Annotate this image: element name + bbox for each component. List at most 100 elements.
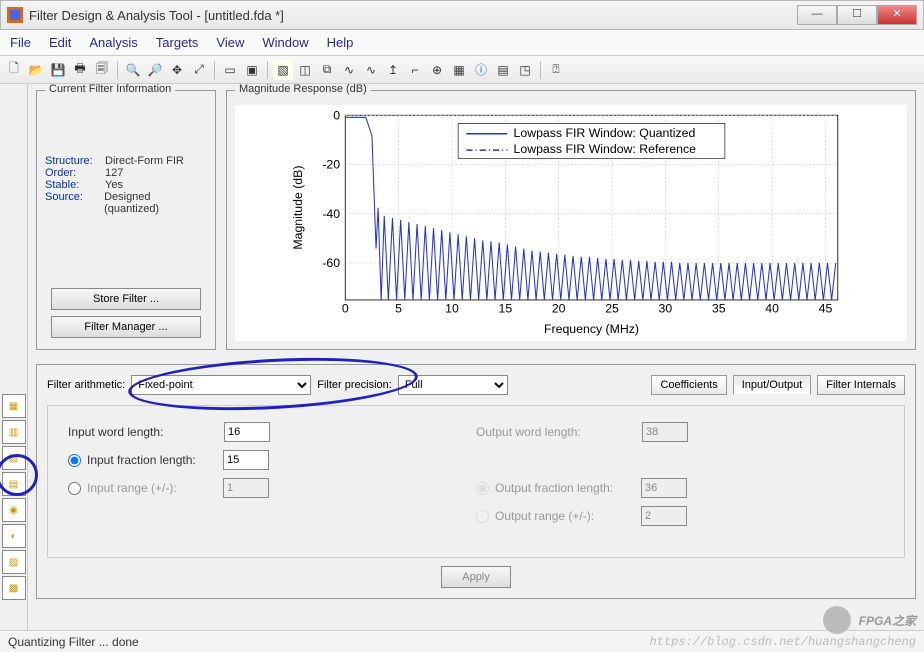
or-label: Output range (+/-): xyxy=(495,509,635,523)
impulse-icon[interactable]: ↥ xyxy=(383,60,403,80)
filter-arithmetic-select[interactable]: Fixed-point xyxy=(131,375,311,395)
statusbar: Quantizing Filter ... done https://blog.… xyxy=(0,630,924,652)
close-button[interactable]: ✕ xyxy=(877,5,917,25)
window-icon[interactable]: ▭ xyxy=(220,60,240,80)
xlabel: Frequency (MHz) xyxy=(544,322,639,336)
side-transform-icon[interactable]: ▨ xyxy=(2,550,26,574)
svg-text:-60: -60 xyxy=(322,256,340,270)
maximize-button[interactable]: ☐ xyxy=(837,5,877,25)
side-quantize-icon[interactable]: ▧ xyxy=(2,446,26,470)
ofl-radio xyxy=(476,482,489,495)
magnitude-response-panel: Magnitude Response (dB) xyxy=(226,90,916,350)
toolbar: 🗋 📂 💾 🖶 🗐 🔍 🔎 ✥ ⤢ ▭ ▣ ▧ ◫ ⧉ ∿ ∿ ↥ ⌐ ⊕ ▦ … xyxy=(0,56,924,84)
filter-precision-select[interactable]: Full xyxy=(398,375,508,395)
svg-text:10: 10 xyxy=(445,301,459,315)
side-xform-icon[interactable]: ▩ xyxy=(2,576,26,600)
stable-value: Yes xyxy=(105,179,123,191)
info-icon[interactable]: ⓘ xyxy=(471,60,491,80)
restore-icon[interactable]: ▣ xyxy=(242,60,262,80)
cfi-legend: Current Filter Information xyxy=(45,84,175,95)
svg-text:5: 5 xyxy=(395,301,402,315)
side-design-icon[interactable]: ▦ xyxy=(2,394,26,418)
side-polezero-icon[interactable]: ◐ xyxy=(2,524,26,548)
output-word-length-field xyxy=(642,422,688,442)
ir-radio[interactable] xyxy=(68,482,81,495)
printpreview-icon[interactable]: 🗐 xyxy=(92,60,112,80)
magphase-icon[interactable]: ⧉ xyxy=(317,60,337,80)
ifl-label: Input fraction length: xyxy=(87,453,217,467)
roundoff-icon[interactable]: ◳ xyxy=(515,60,535,80)
svg-text:45: 45 xyxy=(819,301,833,315)
menu-window[interactable]: Window xyxy=(262,35,308,50)
svg-text:30: 30 xyxy=(659,301,673,315)
side-import-icon[interactable]: ▥ xyxy=(2,420,26,444)
stable-label: Stable: xyxy=(45,179,105,191)
apply-button: Apply xyxy=(441,566,511,588)
print-icon[interactable]: 🖶 xyxy=(70,60,90,80)
arith-label: Filter arithmetic: xyxy=(47,379,125,391)
svg-text:-20: -20 xyxy=(322,158,340,172)
window-title: Filter Design & Analysis Tool - [untitle… xyxy=(29,8,797,23)
tab-filter-internals[interactable]: Filter Internals xyxy=(817,375,905,395)
mag-plot-icon[interactable]: ▧ xyxy=(273,60,293,80)
menu-edit[interactable]: Edit xyxy=(49,35,71,50)
input-range-field xyxy=(223,478,269,498)
source-label: Source: xyxy=(45,191,104,215)
source-value: Designed (quantized) xyxy=(104,191,207,215)
order-value: 127 xyxy=(105,167,123,179)
side-multirate-icon[interactable]: ▤ xyxy=(2,472,26,496)
current-filter-info-panel: Current Filter Information Structure:Dir… xyxy=(36,90,216,350)
status-text: Quantizing Filter ... done xyxy=(8,635,139,649)
ifl-radio[interactable] xyxy=(68,454,81,467)
or-radio xyxy=(476,510,489,523)
phasedelay-icon[interactable]: ∿ xyxy=(361,60,381,80)
tab-input-output[interactable]: Input/Output xyxy=(733,375,812,395)
magnitude-plot: 0-20 -40-60 0510 152025 303540 45 Freque… xyxy=(235,105,907,341)
menu-help[interactable]: Help xyxy=(327,35,354,50)
svg-text:40: 40 xyxy=(765,301,779,315)
zoomout-icon[interactable]: 🔎 xyxy=(145,60,165,80)
pan-icon[interactable]: ✥ xyxy=(167,60,187,80)
groupdelay-icon[interactable]: ∿ xyxy=(339,60,359,80)
iwl-label: Input word length: xyxy=(68,425,218,439)
svg-text:0: 0 xyxy=(342,301,349,315)
coeffs-icon[interactable]: ▦ xyxy=(449,60,469,80)
help-icon[interactable]: ⍰ xyxy=(546,60,566,80)
svg-text:35: 35 xyxy=(712,301,726,315)
open-icon[interactable]: 📂 xyxy=(26,60,46,80)
prec-label: Filter precision: xyxy=(317,379,392,391)
filter-manager-button[interactable]: Filter Manager ... xyxy=(51,316,201,338)
magest-icon[interactable]: ▤ xyxy=(493,60,513,80)
menu-analysis[interactable]: Analysis xyxy=(89,35,137,50)
input-fraction-length-field[interactable] xyxy=(223,450,269,470)
watermark-text: FPGA之家 xyxy=(859,612,916,629)
app-icon xyxy=(7,7,23,23)
zoomin-icon[interactable]: 🔍 xyxy=(123,60,143,80)
ylabel: Magnitude (dB) xyxy=(291,166,305,250)
store-filter-button[interactable]: Store Filter ... xyxy=(51,288,201,310)
save-icon[interactable]: 💾 xyxy=(48,60,68,80)
titlebar: Filter Design & Analysis Tool - [untitle… xyxy=(0,0,924,30)
step-icon[interactable]: ⌐ xyxy=(405,60,425,80)
polezero-icon[interactable]: ⊕ xyxy=(427,60,447,80)
menu-targets[interactable]: Targets xyxy=(156,35,199,50)
tab-coefficients[interactable]: Coefficients xyxy=(651,375,726,395)
side-realize-icon[interactable]: ◉ xyxy=(2,498,26,522)
input-word-length-field[interactable] xyxy=(224,422,270,442)
structure-label: Structure: xyxy=(45,155,105,167)
watermark: FPGA之家 xyxy=(823,606,916,634)
menubar: File Edit Analysis Targets View Window H… xyxy=(0,30,924,56)
phase-plot-icon[interactable]: ◫ xyxy=(295,60,315,80)
menu-view[interactable]: View xyxy=(216,35,244,50)
legend-series2: Lowpass FIR Window: Reference xyxy=(514,142,697,156)
menu-file[interactable]: File xyxy=(10,35,31,50)
minimize-button[interactable]: — xyxy=(797,5,837,25)
svg-text:0: 0 xyxy=(333,108,340,122)
new-icon[interactable]: 🗋 xyxy=(4,60,24,80)
ir-label: Input range (+/-): xyxy=(87,481,217,495)
left-sidebar: ▦ ▥ ▧ ▤ ◉ ◐ ▨ ▩ xyxy=(0,84,28,630)
blog-url: https://blog.csdn.net/huangshangcheng xyxy=(650,635,916,649)
wechat-icon xyxy=(823,606,851,634)
zoomfull-icon[interactable]: ⤢ xyxy=(189,60,209,80)
svg-text:-40: -40 xyxy=(322,207,340,221)
